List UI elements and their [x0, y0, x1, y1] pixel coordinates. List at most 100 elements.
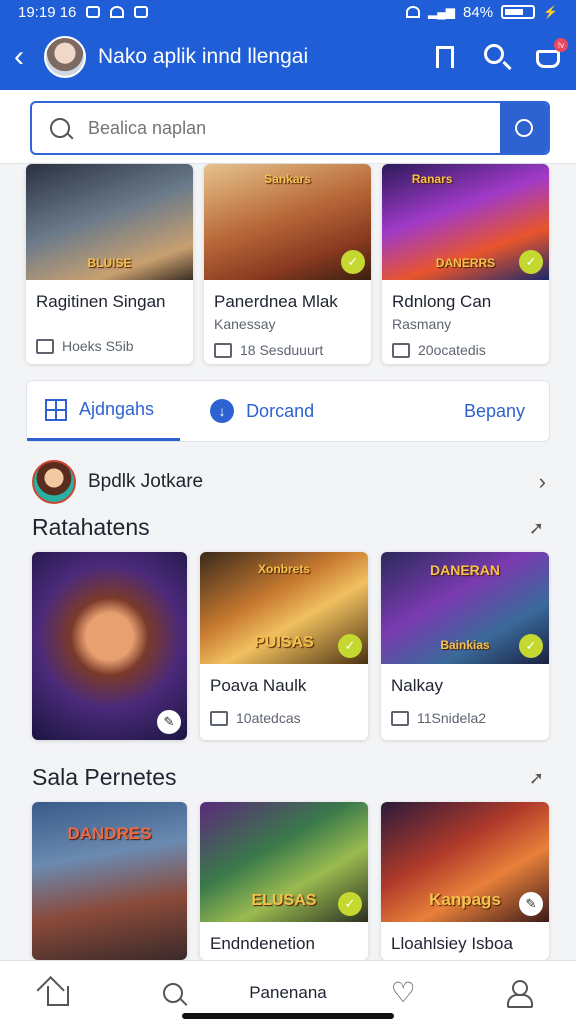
card-meta: 11Snidela2 [417, 710, 487, 726]
game-card[interactable]: Sankars ✓ Panerdnea Mlak Kanessay 18 Ses… [204, 164, 371, 364]
chevron-right-icon[interactable]: › [539, 469, 546, 495]
game-thumbnail: Xonbrets PUISAS ✓ [200, 552, 368, 664]
search-icon [50, 118, 70, 138]
app-notification-icon [134, 6, 149, 18]
wifi-icon [406, 6, 421, 18]
nav-home[interactable] [18, 968, 98, 1018]
home-indicator [182, 1013, 394, 1019]
battery-percent: 84% [463, 3, 494, 21]
charging-icon: ⚡ [543, 5, 558, 19]
thumbnail-label: DANERRS [435, 256, 496, 270]
inbox-icon [536, 50, 560, 68]
signal-icon: ▂▄▆ [428, 5, 456, 19]
card-title: Poava Naulk [210, 676, 307, 695]
game-card[interactable]: DANDRES [32, 802, 187, 960]
thumbnail-label: Kanpags [429, 890, 501, 909]
video-icon [36, 338, 54, 354]
download-badge-icon: ↓ [210, 399, 235, 423]
bookmark-button[interactable] [432, 44, 458, 70]
section-title: Sala Pernetes [32, 764, 177, 790]
game-thumbnail: BLUISE [26, 164, 193, 280]
game-card[interactable]: Xonbrets PUISAS ✓ Poava Naulk 10atedcas [200, 552, 368, 740]
tab-label: Dorcand [246, 400, 315, 421]
video-icon [391, 710, 409, 726]
section1-cards: ✎ Xonbrets PUISAS ✓ Poava Naulk 10atedca… [32, 552, 550, 740]
thumbnail-label: Bainkias [440, 638, 490, 652]
game-thumbnail: Ranars DANERRS ✓ [382, 164, 549, 280]
video-icon [210, 710, 228, 726]
game-card[interactable]: DANERAN Bainkias ✓ Nalkay 11Snidela2 [381, 552, 549, 740]
section-arrow-icon[interactable]: ➚ [529, 768, 544, 789]
heart-icon: ♡ [390, 977, 416, 1008]
nav-favorites[interactable]: ♡ [363, 968, 443, 1018]
card-title: Endndenetion [210, 934, 315, 953]
card-title: Rdnlong Can [392, 292, 492, 311]
card-subtitle: Rasmany [392, 316, 452, 332]
nav-search[interactable] [133, 968, 213, 1018]
tab-dorcand[interactable]: ↓ Dorcand [180, 381, 314, 441]
notification-badge: !v [554, 38, 568, 52]
battery-icon [501, 5, 536, 19]
search-box [30, 101, 550, 155]
nav-center[interactable]: Panenana [248, 968, 328, 1018]
game-card[interactable]: ELUSAS ✓ Endndenetion [200, 802, 368, 960]
section-title: Ratahatens [32, 514, 150, 540]
home-icon [46, 985, 69, 1006]
card-meta: 10atedcas [236, 710, 301, 726]
thumbnail-label-top: DANERAN [430, 562, 500, 578]
app-bar: ‹ Nako aplik innd llengai !v [0, 24, 576, 90]
creator-row[interactable]: Bpdlk Jotkare › [32, 460, 546, 504]
tab-ajdngahs[interactable]: Ajdngahs [27, 381, 181, 441]
section2-cards: DANDRES ELUSAS ✓ Endndenetion Kanpags ✎ … [32, 802, 550, 960]
thumbnail-label: ELUSAS [251, 892, 317, 909]
card-title: Panerdnea Mlak [214, 292, 338, 311]
game-badge-icon: ✓ [338, 892, 362, 916]
user-avatar[interactable] [44, 36, 86, 78]
nav-profile[interactable] [478, 968, 558, 1018]
grid-icon [45, 398, 67, 421]
thumbnail-label-top: Ranars [411, 172, 453, 186]
card-meta: 18 Sesduuurt [240, 342, 324, 358]
app-title: Nako aplik innd llengai [98, 45, 309, 68]
thumbnail-label-top: Xonbrets [257, 562, 311, 576]
game-card[interactable]: ✎ [32, 552, 187, 740]
game-thumbnail: ✎ [32, 552, 187, 740]
card-title: Ragitinen Singan [36, 292, 166, 311]
creator-avatar [32, 460, 76, 504]
creator-name: Bpdlk Jotkare [88, 471, 204, 492]
tab-bepany[interactable]: Bepany [464, 381, 549, 441]
featured-cards: BLUISE Ragitinen Singan Hoeks S5ib Sanka… [26, 164, 550, 364]
tab-label: Ajdngahs [79, 399, 155, 419]
play-icon: ✎ [157, 710, 181, 734]
search-submit-button[interactable] [500, 103, 548, 153]
thumbnail-label: DANDRES [67, 824, 152, 843]
notification-icon [86, 6, 101, 18]
game-thumbnail: Sankars ✓ [204, 164, 371, 280]
section-arrow-icon[interactable]: ➚ [529, 518, 544, 539]
notifications-button[interactable]: !v [536, 38, 568, 70]
game-badge-icon: ✓ [519, 250, 543, 274]
game-badge-icon: ✓ [338, 634, 362, 658]
status-bar: 19:19 16 ▂▄▆ 84% ⚡ [0, 0, 576, 24]
search-input[interactable] [88, 117, 468, 139]
game-thumbnail: DANERAN Bainkias ✓ [381, 552, 549, 664]
search-button[interactable] [484, 44, 510, 70]
game-badge-icon: ✓ [341, 250, 365, 274]
back-arrow-icon[interactable]: ‹ [14, 40, 40, 74]
card-meta: 20ocatedis [418, 342, 486, 358]
game-card[interactable]: BLUISE Ragitinen Singan Hoeks S5ib [26, 164, 193, 364]
wifi-status-icon [110, 6, 125, 18]
card-meta: Hoeks S5ib [62, 338, 134, 354]
nav-center-label: Panenana [249, 982, 327, 1002]
game-card[interactable]: Kanpags ✎ Lloahlsiey Isboa [381, 802, 549, 960]
card-title: Nalkay [391, 676, 443, 695]
game-thumbnail: ELUSAS ✓ [200, 802, 368, 922]
game-thumbnail: Kanpags ✎ [381, 802, 549, 922]
game-thumbnail: DANDRES [32, 802, 187, 960]
tab-label: Bepany [463, 400, 525, 421]
video-icon [214, 342, 232, 358]
bookmark-icon [436, 46, 454, 68]
search-submit-icon [515, 119, 533, 137]
game-card[interactable]: Ranars DANERRS ✓ Rdnlong Can Rasmany 20o… [382, 164, 549, 364]
filter-tabs: Ajdngahs ↓ Dorcand Bepany [26, 380, 550, 442]
